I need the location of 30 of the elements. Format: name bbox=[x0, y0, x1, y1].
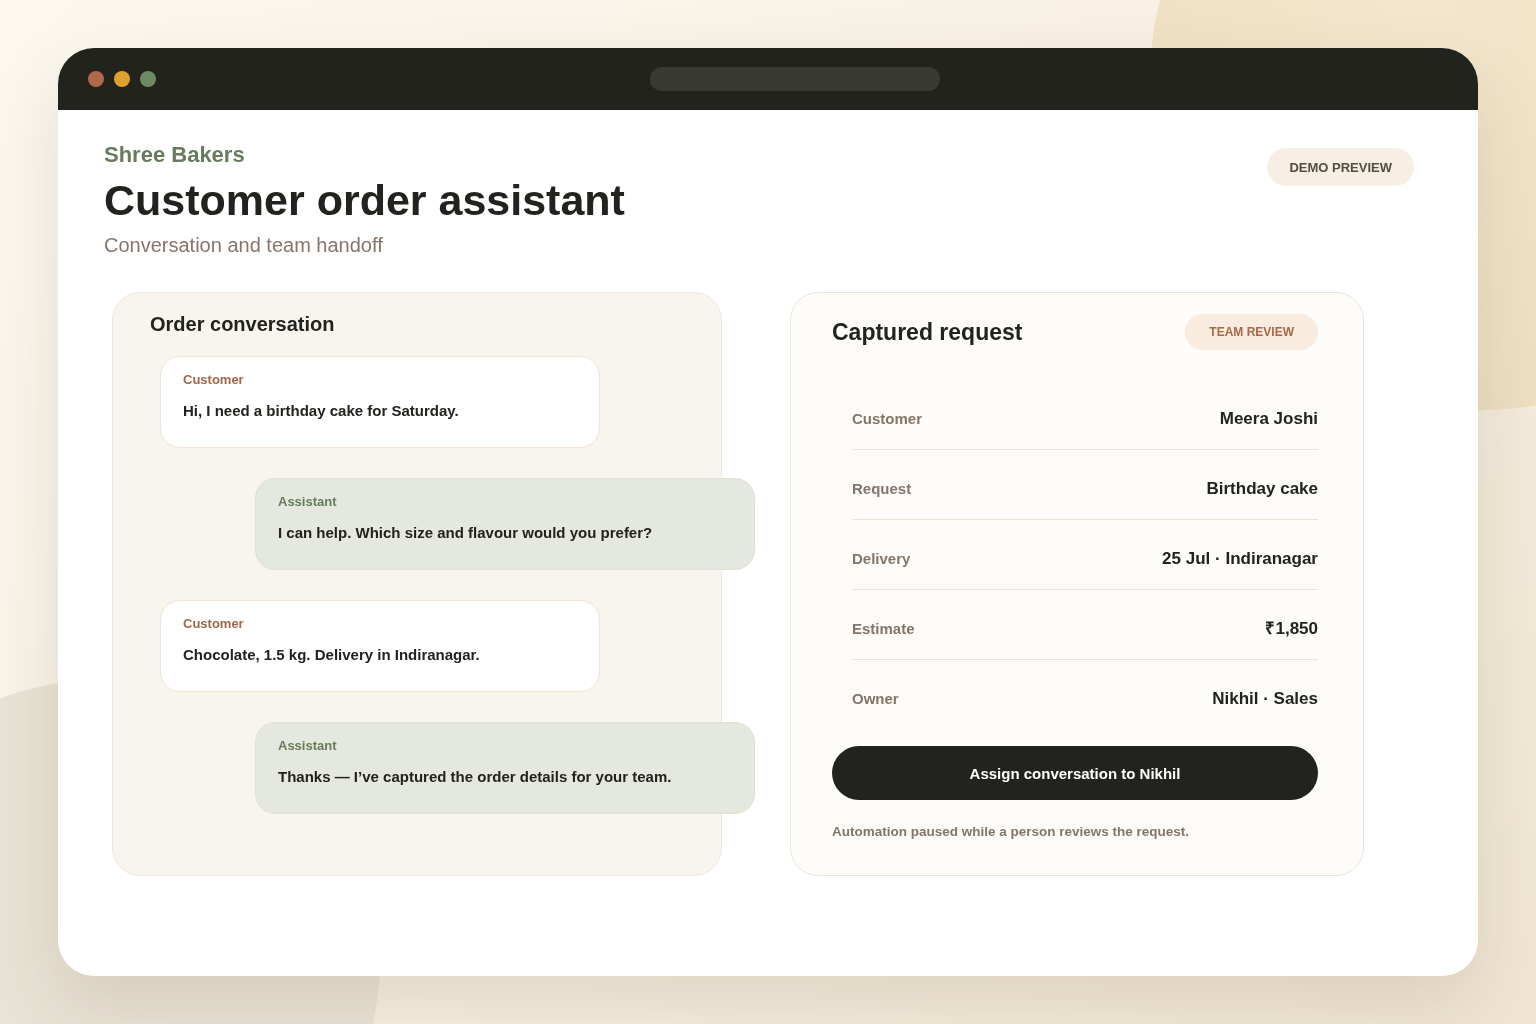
status-badge: TEAM REVIEW bbox=[1185, 314, 1318, 350]
field-label: Customer bbox=[852, 409, 922, 429]
status-note: Automation paused while a person reviews the request. bbox=[832, 824, 1191, 840]
page-subtitle: Conversation and team handoff bbox=[104, 233, 384, 257]
field-value: Birthday cake bbox=[1206, 479, 1318, 499]
page-title: Customer order assistant bbox=[104, 175, 625, 225]
field-label: Request bbox=[852, 479, 912, 499]
window-dot-icon[interactable] bbox=[88, 71, 104, 87]
assign-button[interactable]: Assign conversation to Nikhil bbox=[832, 746, 1318, 800]
field-value: Meera Joshi bbox=[1219, 409, 1318, 429]
message-sender: Assistant bbox=[278, 738, 338, 754]
field-label: Owner bbox=[852, 689, 899, 709]
message-sender: Customer bbox=[183, 616, 245, 632]
field-value: ₹1,850 bbox=[1265, 619, 1318, 639]
message-sender: Assistant bbox=[278, 494, 338, 510]
panel-title: Captured request bbox=[832, 320, 1023, 344]
window-dot-icon[interactable] bbox=[140, 71, 156, 87]
message-sender: Customer bbox=[183, 372, 245, 388]
panel-title: Order conversation bbox=[150, 312, 336, 336]
brand-name: Shree Bakers bbox=[104, 142, 246, 168]
field-label: Delivery bbox=[852, 549, 911, 569]
message-text: Hi, I need a birthday cake for Saturday. bbox=[183, 401, 460, 421]
field-value: Nikhil · Sales bbox=[1212, 689, 1318, 709]
field-label: Estimate bbox=[852, 619, 915, 639]
field-value: 25 Jul · Indiranagar bbox=[1162, 549, 1318, 569]
demo-badge: DEMO PREVIEW bbox=[1267, 148, 1414, 186]
message-text: I can help. Which size and flavour would you prefer? bbox=[278, 523, 654, 543]
message-text: Chocolate, 1.5 kg. Delivery in Indiranagar. bbox=[183, 645, 481, 665]
message-text: Thanks — I’ve captured the order details for your team. bbox=[278, 767, 673, 787]
window-dot-icon[interactable] bbox=[114, 71, 130, 87]
